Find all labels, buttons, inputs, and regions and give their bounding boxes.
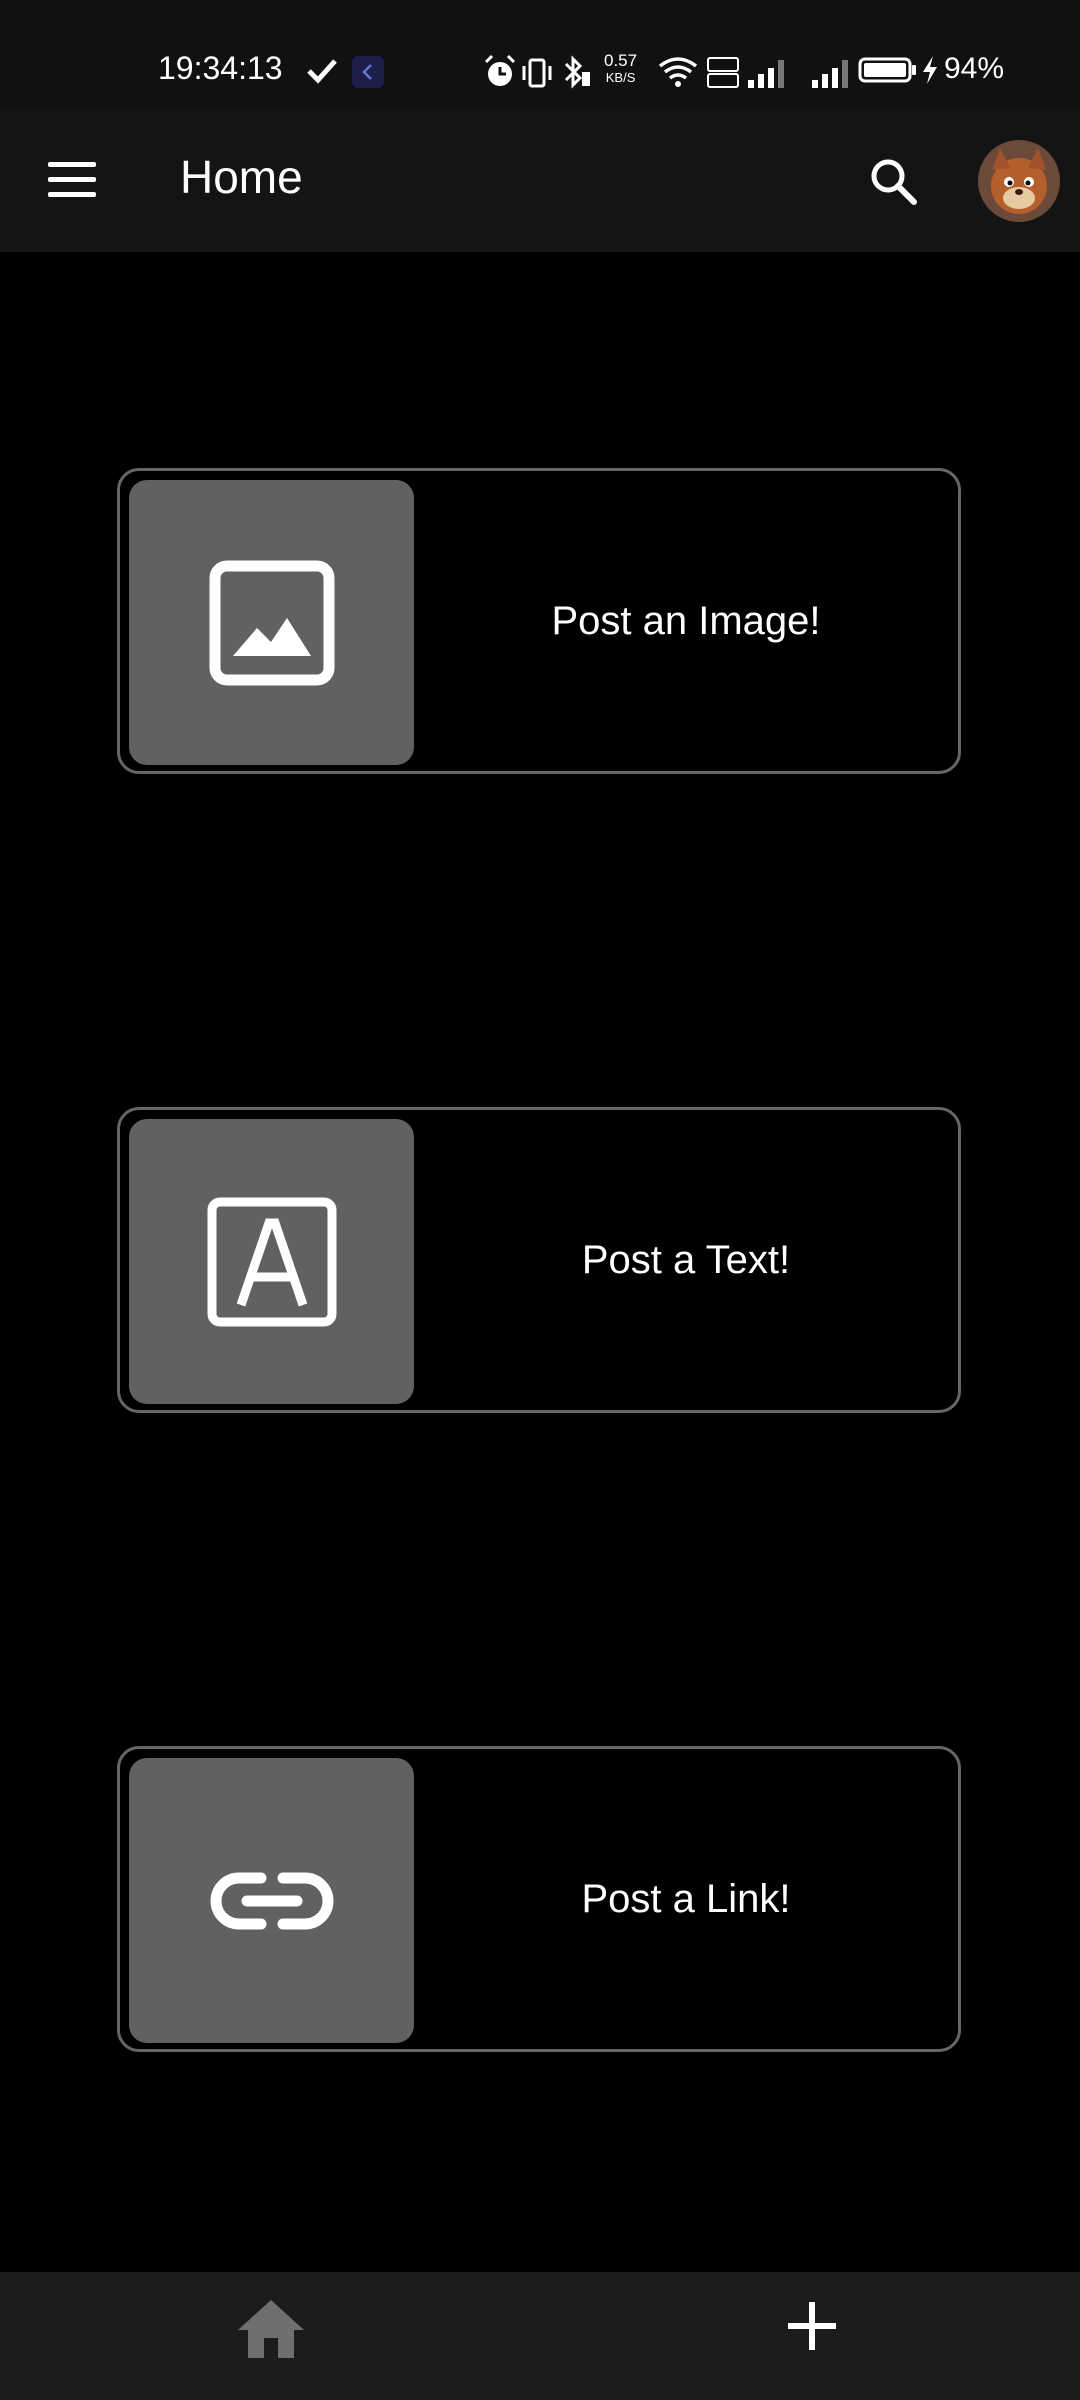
- signal-icon-2: [812, 60, 848, 88]
- vibrate-icon: [522, 58, 552, 88]
- page-title: Home: [180, 151, 303, 203]
- battery-icon: [858, 57, 916, 83]
- link-tile: [129, 1758, 414, 2043]
- signal-icon: [748, 60, 784, 88]
- add-icon[interactable]: [784, 2298, 840, 2354]
- post-link-card[interactable]: Post a Link!: [117, 1746, 961, 2052]
- post-text-label: Post a Text!: [581, 1237, 791, 1282]
- alarm-icon: [484, 54, 516, 86]
- status-icons: [484, 54, 848, 89]
- check-icon: [307, 59, 337, 84]
- wifi-icon: [658, 57, 698, 87]
- text-tile: [129, 1119, 414, 1404]
- link-icon: [210, 1872, 334, 1930]
- menu-icon[interactable]: [44, 162, 100, 202]
- bottom-nav: [0, 2272, 1080, 2400]
- home-icon[interactable]: [236, 2298, 306, 2360]
- network-speed-unit: KB/S: [605, 70, 636, 85]
- post-link-label: Post a Link!: [581, 1876, 791, 1921]
- post-image-label: Post an Image!: [551, 598, 821, 643]
- network-speed-value: 0.57: [604, 51, 638, 70]
- app-bar: Home: [0, 110, 1080, 252]
- charging-icon: [923, 56, 937, 84]
- network-speed: 0.57 KB/S: [604, 52, 637, 86]
- search-icon[interactable]: [866, 154, 922, 210]
- image-tile: [129, 480, 414, 765]
- avatar[interactable]: [978, 140, 1060, 222]
- image-icon: [209, 560, 335, 686]
- battery-percent: 94%: [944, 52, 1005, 85]
- text-icon: [207, 1197, 337, 1327]
- status-bar: 19:34:13 0.57 KB/S 94%: [0, 0, 1080, 110]
- app-notification-icon: [352, 56, 384, 88]
- bluetooth-icon: [564, 55, 590, 89]
- post-text-card[interactable]: Post a Text!: [117, 1107, 961, 1413]
- post-image-card[interactable]: Post an Image!: [117, 468, 961, 774]
- volte-icon: [707, 57, 739, 88]
- status-time: 19:34:13: [158, 50, 283, 86]
